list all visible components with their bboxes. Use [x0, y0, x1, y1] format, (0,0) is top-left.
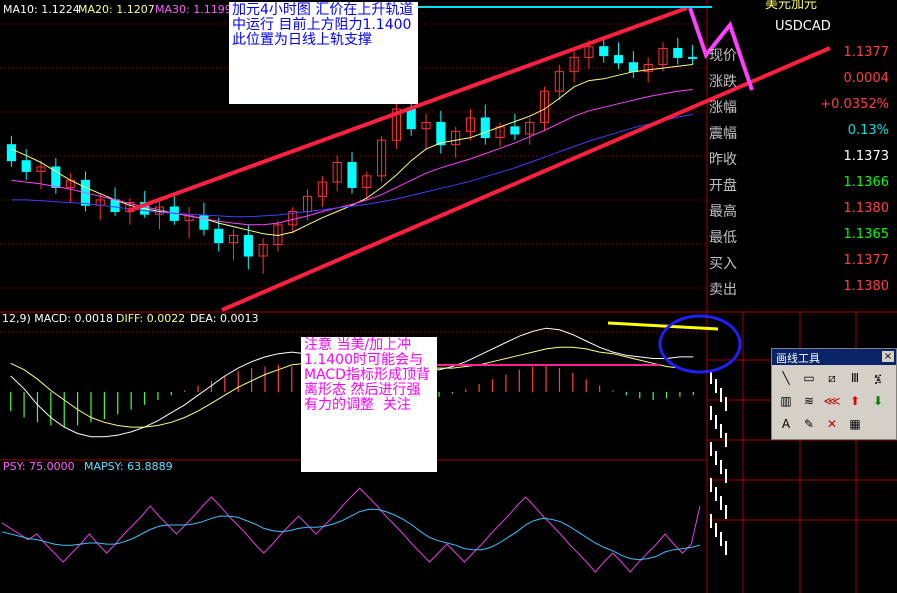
ma10-label: MA10: 1.1224	[3, 3, 80, 16]
ma20-label: MA20: 1.1207	[78, 3, 155, 16]
toolbox-close-button[interactable]: ×	[882, 351, 894, 362]
quote-row: 卖出 1.1380	[707, 276, 897, 300]
quote-label: 卖出	[709, 282, 737, 298]
psy-pane	[1, 487, 701, 573]
tick-chart	[710, 370, 727, 555]
quote-row: 开盘 1.1366	[707, 172, 897, 196]
save-tool-icon[interactable]: ▦	[845, 414, 865, 434]
candle-body	[436, 121, 446, 146]
quote-label: 开盘	[709, 178, 737, 194]
candle-body	[21, 160, 31, 172]
mapsy-label: MAPSY: 63.8889	[84, 460, 173, 473]
quote-symbol: USDCAD	[775, 19, 831, 34]
quote-value: 1.1380	[843, 201, 890, 216]
psy-line-psy	[1, 487, 701, 573]
quote-title: 美元加元	[765, 0, 818, 12]
quote-value: 1.1365	[843, 227, 890, 242]
toolbox-titlebar[interactable]: 画线工具 ×	[772, 349, 896, 365]
parallel-tool-icon[interactable]: ⧄	[822, 368, 842, 388]
candle-body	[480, 117, 490, 139]
quote-label: 现价	[709, 48, 737, 64]
candle-body	[347, 162, 357, 188]
fib-tool-icon[interactable]: ፮	[868, 368, 888, 388]
quote-row: 买入 1.1377	[707, 250, 897, 274]
candle-body	[673, 48, 683, 58]
delete-tool-icon[interactable]: ✕	[822, 414, 842, 434]
gann-tool-icon[interactable]: ▥	[776, 391, 796, 411]
bars-tool-icon[interactable]: Ⅲ	[845, 368, 865, 388]
fan-tool-icon[interactable]: ⋘	[822, 391, 842, 411]
divergence-line	[607, 321, 719, 331]
candle-body	[110, 199, 120, 212]
quote-label: 涨幅	[709, 100, 737, 116]
psy-line-mapsy	[1, 508, 701, 561]
quote-value: 1.1366	[843, 175, 890, 190]
candle-body	[510, 126, 520, 135]
candle-body	[243, 235, 253, 257]
drawing-toolbox[interactable]: 画线工具 × ╲ ▭ ⧄ Ⅲ ፮ ▥ ≋ ⋘ ⬆ ⬇ A ✎ ✕ ▦	[771, 348, 897, 440]
quote-value: 1.1377	[843, 253, 890, 268]
quote-value: 1.1377	[843, 45, 890, 60]
channel-tool-icon[interactable]: ≋	[799, 391, 819, 411]
dea-label: DEA: 0.0013	[190, 312, 258, 325]
candle-body	[599, 46, 609, 57]
quote-value: 0.13%	[847, 123, 889, 138]
highlight-circle	[658, 314, 742, 374]
quote-row: 最高 1.1380	[707, 198, 897, 222]
quote-label: 震幅	[709, 126, 737, 142]
quote-label: 最高	[709, 204, 737, 220]
quote-value: 1.1380	[843, 279, 890, 294]
candle-body	[214, 228, 224, 244]
candle-body	[628, 62, 638, 73]
macd-label: 12,9) MACD: 0.0018	[2, 312, 113, 325]
candle-body	[613, 55, 624, 64]
ma30-label: MA30: 1.1199	[155, 3, 232, 16]
text-tool-icon[interactable]: A	[776, 414, 796, 434]
down-arrow-icon[interactable]: ⬇	[868, 391, 888, 411]
toolbox-title: 画线工具	[776, 352, 820, 365]
annotation-bottom: 注意 当美/加上冲1.1400时可能会与MACD指标形成顶背离形态 然后进行强有…	[301, 337, 437, 472]
psy-label: PSY: 75.0000	[3, 460, 75, 473]
quote-row: 涨跌 0.0004	[707, 68, 897, 92]
quote-row: 震幅 0.13%	[707, 120, 897, 144]
quote-row: 昨收 1.1373	[707, 146, 897, 170]
line-tool-icon[interactable]: ╲	[776, 368, 796, 388]
quote-panel: 美元加元 USDCAD 现价 1.1377 涨跌 0.0004 涨幅 +0.0352% 震幅…	[707, 0, 897, 312]
quote-row: 最低 1.1365	[707, 224, 897, 248]
erase-tool-icon[interactable]: ✎	[799, 414, 819, 434]
quote-label: 涨跌	[709, 74, 737, 90]
quote-value: 1.1373	[843, 149, 890, 164]
quote-value: 0.0004	[843, 71, 890, 86]
quote-value: +0.0352%	[820, 97, 889, 112]
quote-row: 现价 1.1377	[707, 42, 897, 66]
candle-body	[406, 108, 416, 130]
quote-label: 买入	[709, 256, 737, 272]
annotation-top: 加元4小时图 汇价在上升轨道中运行 目前上方阻力1.1400 此位置为日线上轨支…	[229, 2, 418, 104]
diff-label: DIFF: 0.0022	[116, 312, 185, 325]
up-arrow-icon[interactable]: ⬆	[845, 391, 865, 411]
quote-label: 最低	[709, 230, 737, 246]
candle-body	[6, 144, 16, 162]
candle-body	[688, 56, 698, 59]
rect-tool-icon[interactable]: ▭	[799, 368, 819, 388]
quote-row: 涨幅 +0.0352%	[707, 94, 897, 118]
quote-label: 昨收	[709, 152, 737, 168]
